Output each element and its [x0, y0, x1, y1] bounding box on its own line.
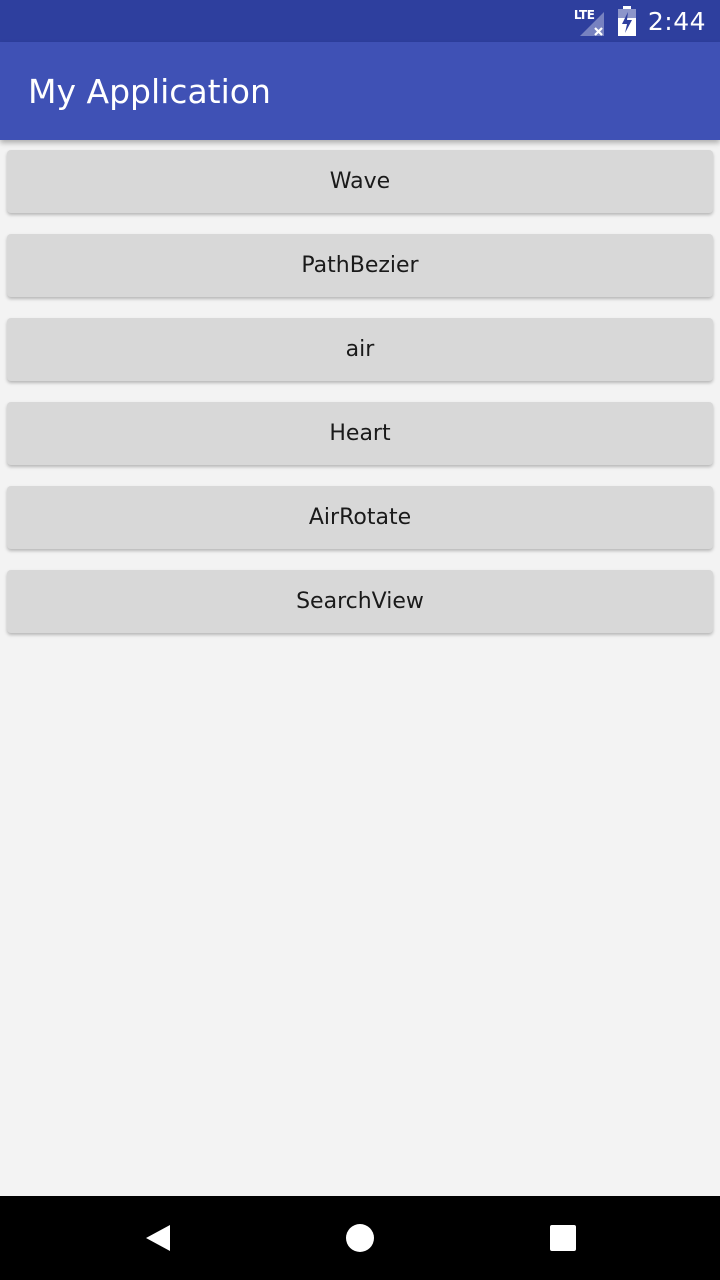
signal-strength-icon	[579, 12, 604, 36]
status-clock: 2:44	[647, 6, 706, 36]
status-bar: LTE 2:44	[0, 0, 720, 42]
heart-button[interactable]: Heart	[7, 402, 713, 465]
air-rotate-button[interactable]: AirRotate	[7, 486, 713, 549]
path-bezier-button[interactable]: PathBezier	[7, 234, 713, 297]
recents-icon	[550, 1225, 576, 1251]
navigation-bar	[0, 1196, 720, 1280]
lte-signal-icon: LTE	[574, 4, 608, 38]
status-icons: LTE 2:44	[574, 0, 706, 42]
app-bar: My Application	[0, 42, 720, 140]
home-button[interactable]	[340, 1218, 380, 1258]
app-title: My Application	[28, 72, 271, 111]
button-list: Wave PathBezier air Heart AirRotate Sear…	[7, 150, 713, 654]
wave-button[interactable]: Wave	[7, 150, 713, 213]
recents-button[interactable]	[543, 1218, 583, 1258]
search-view-button[interactable]: SearchView	[7, 570, 713, 633]
air-button[interactable]: air	[7, 318, 713, 381]
home-icon	[346, 1224, 374, 1252]
back-icon	[146, 1225, 170, 1251]
back-button[interactable]	[138, 1218, 178, 1258]
battery-charging-icon	[617, 6, 636, 36]
